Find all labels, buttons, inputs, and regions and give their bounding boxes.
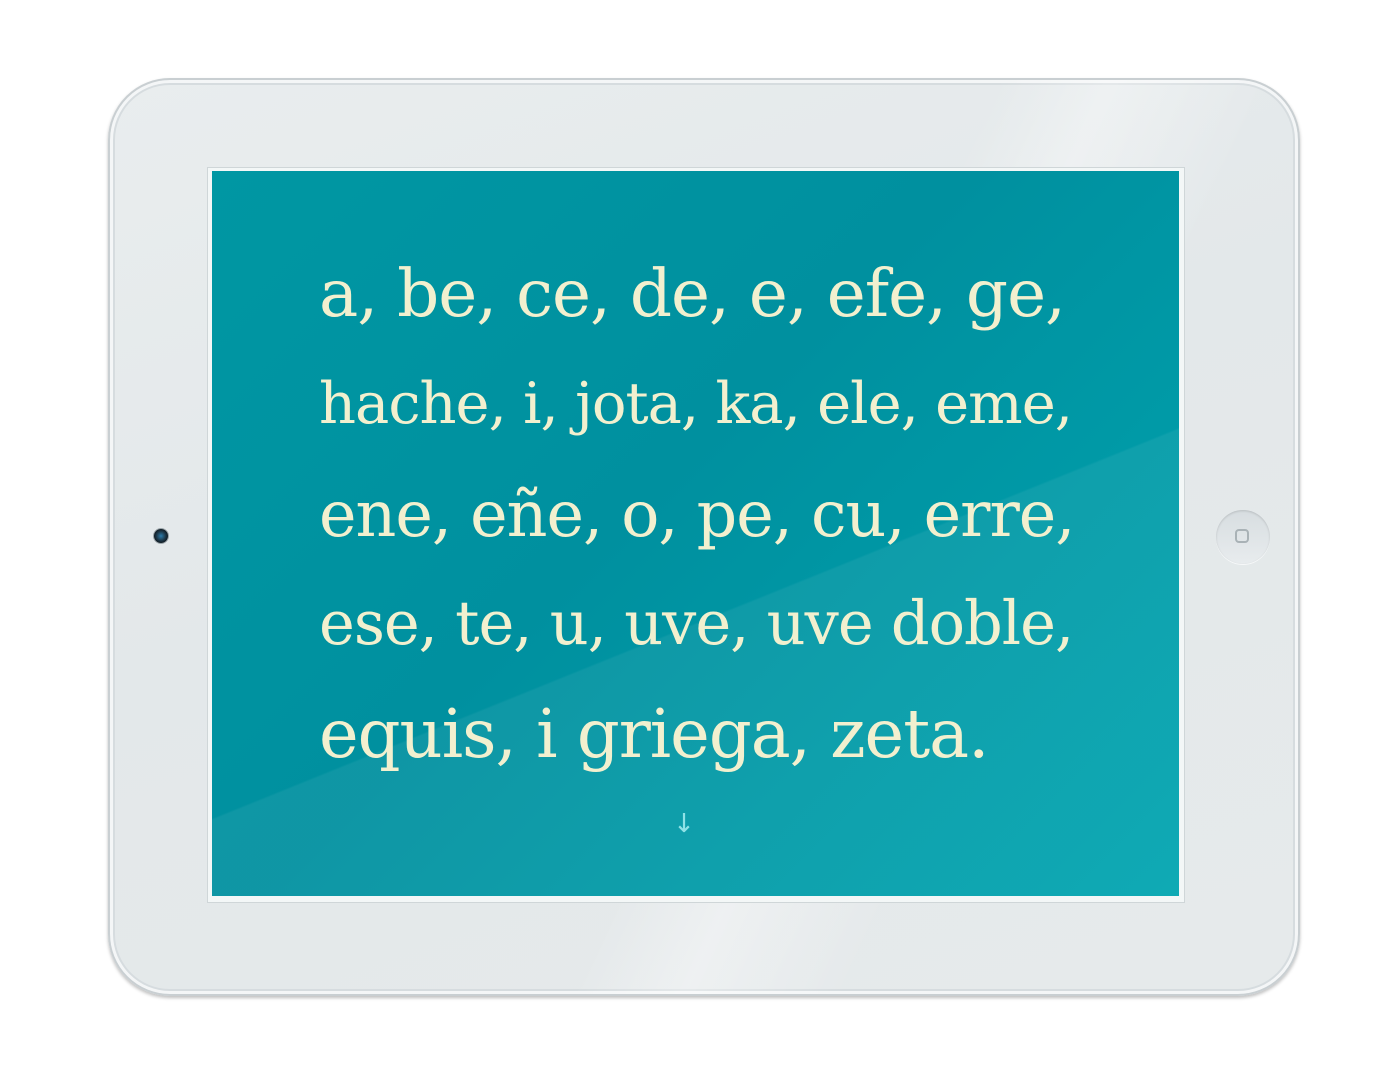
- alphabet-line: ene, eñe, o, pe, cu, erre,: [319, 477, 1075, 551]
- tablet-device: a, be, ce, de, e, efe, ge, hache, i, jot…: [108, 78, 1300, 996]
- alphabet-line: a, be, ce, de, e, efe, ge,: [319, 255, 1066, 332]
- alphabet-line: equis, i griega, zeta.: [319, 695, 989, 773]
- screen-frame: a, be, ce, de, e, efe, ge, hache, i, jot…: [208, 168, 1184, 902]
- home-square-icon: [1235, 529, 1249, 543]
- home-button[interactable]: [1216, 510, 1270, 564]
- camera-icon: [154, 529, 168, 543]
- alphabet-line: ese, te, u, uve, uve doble,: [319, 589, 1074, 659]
- arrow-down-icon[interactable]: ↓: [672, 809, 696, 839]
- alphabet-text: a, be, ce, de, e, efe, ge, hache, i, jot…: [319, 239, 1089, 789]
- app-screen: a, be, ce, de, e, efe, ge, hache, i, jot…: [212, 171, 1179, 896]
- alphabet-line: hache, i, jota, ka, ele, eme,: [319, 370, 1073, 437]
